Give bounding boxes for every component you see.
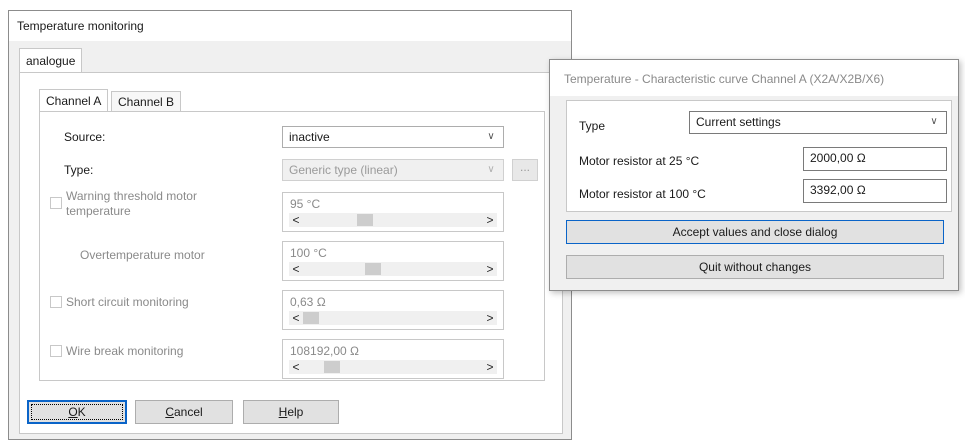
tab-analogue[interactable]: analogue bbox=[19, 48, 83, 73]
short-circuit-checkbox[interactable] bbox=[50, 296, 62, 308]
curve-dialog-title: Temperature - Characteristic curve Chann… bbox=[550, 60, 958, 96]
r25-label: Motor resistor at 25 °C bbox=[579, 154, 700, 168]
tab-channel-a[interactable]: Channel A bbox=[39, 89, 109, 112]
scroll-left-icon[interactable]: < bbox=[289, 262, 303, 276]
wire-break-scrollbar[interactable]: < > bbox=[289, 360, 497, 374]
characteristic-curve-dialog: Temperature - Characteristic curve Chann… bbox=[549, 59, 959, 291]
wire-break-checkbox[interactable] bbox=[50, 345, 62, 357]
source-label: Source: bbox=[64, 130, 106, 144]
slider-thumb[interactable] bbox=[303, 312, 319, 324]
curve-type-select[interactable]: Current settings ∨ bbox=[689, 111, 947, 134]
scroll-right-icon[interactable]: > bbox=[483, 262, 497, 276]
ok-label: OK bbox=[68, 405, 86, 419]
warning-threshold-checkbox[interactable] bbox=[50, 197, 62, 209]
help-label: Help bbox=[278, 405, 304, 419]
source-select[interactable]: inactive ∨ bbox=[282, 126, 504, 148]
type-label: Type: bbox=[64, 163, 94, 177]
warning-threshold-slider[interactable]: 95 °C < > bbox=[282, 192, 504, 232]
type-more-button[interactable]: ... bbox=[512, 159, 538, 181]
chevron-down-icon: ∨ bbox=[487, 164, 495, 175]
warning-threshold-label-1: Warning threshold motor bbox=[66, 189, 197, 203]
source-value: inactive bbox=[289, 130, 330, 144]
tab-channel-b[interactable]: Channel B bbox=[111, 91, 182, 112]
slider-thumb[interactable] bbox=[357, 214, 374, 226]
curve-settings-panel: Type Current settings ∨ Motor resistor a… bbox=[566, 100, 952, 212]
temperature-monitoring-dialog: Temperature monitoring analogue Channel … bbox=[8, 10, 572, 440]
dialog-title: Temperature monitoring bbox=[9, 11, 571, 41]
scroll-left-icon[interactable]: < bbox=[289, 213, 303, 227]
r100-input[interactable]: 3392,00 Ω bbox=[803, 179, 947, 203]
quit-without-changes-button[interactable]: Quit without changes bbox=[566, 255, 944, 279]
type-select[interactable]: Generic type (linear) ∨ bbox=[282, 159, 504, 181]
overtemperature-slider[interactable]: 100 °C < > bbox=[282, 241, 504, 281]
short-circuit-scrollbar[interactable]: < > bbox=[289, 311, 497, 325]
chevron-down-icon: ∨ bbox=[487, 131, 495, 142]
overtemperature-label: Overtemperature motor bbox=[80, 248, 205, 262]
type-value: Generic type (linear) bbox=[289, 163, 398, 177]
ok-button[interactable]: OK bbox=[27, 400, 127, 424]
overtemperature-value: 100 °C bbox=[290, 246, 327, 260]
wire-break-slider[interactable]: 108192,00 Ω < > bbox=[282, 339, 504, 379]
short-circuit-label: Short circuit monitoring bbox=[66, 295, 189, 309]
warning-threshold-value: 95 °C bbox=[290, 197, 321, 211]
wire-break-value: 108192,00 Ω bbox=[290, 344, 360, 358]
short-circuit-slider[interactable]: 0,63 Ω < > bbox=[282, 290, 504, 330]
short-circuit-value: 0,63 Ω bbox=[290, 295, 326, 309]
chevron-down-icon: ∨ bbox=[930, 116, 938, 127]
scroll-right-icon[interactable]: > bbox=[483, 311, 497, 325]
cancel-label: Cancel bbox=[165, 405, 203, 419]
cancel-button[interactable]: Cancel bbox=[135, 400, 233, 424]
warning-threshold-label-2: temperature bbox=[66, 204, 131, 218]
scroll-left-icon[interactable]: < bbox=[289, 360, 303, 374]
help-button[interactable]: Help bbox=[243, 400, 339, 424]
accept-values-button[interactable]: Accept values and close dialog bbox=[566, 220, 944, 244]
scroll-right-icon[interactable]: > bbox=[483, 213, 497, 227]
curve-type-label: Type bbox=[579, 119, 606, 133]
overtemperature-scrollbar[interactable]: < > bbox=[289, 262, 497, 276]
scroll-right-icon[interactable]: > bbox=[483, 360, 497, 374]
slider-thumb[interactable] bbox=[324, 361, 341, 373]
curve-type-value: Current settings bbox=[696, 115, 781, 129]
r25-input[interactable]: 2000,00 Ω bbox=[803, 147, 947, 171]
r100-label: Motor resistor at 100 °C bbox=[579, 187, 706, 201]
warning-threshold-scrollbar[interactable]: < > bbox=[289, 213, 497, 227]
channel-a-panel: Source: inactive ∨ Type: Generic type (l… bbox=[39, 111, 545, 381]
analogue-tab-panel: Channel A Channel B Source: inactive ∨ T… bbox=[19, 72, 563, 434]
slider-thumb[interactable] bbox=[365, 263, 382, 275]
wire-break-label: Wire break monitoring bbox=[66, 344, 184, 358]
scroll-left-icon[interactable]: < bbox=[289, 311, 303, 325]
